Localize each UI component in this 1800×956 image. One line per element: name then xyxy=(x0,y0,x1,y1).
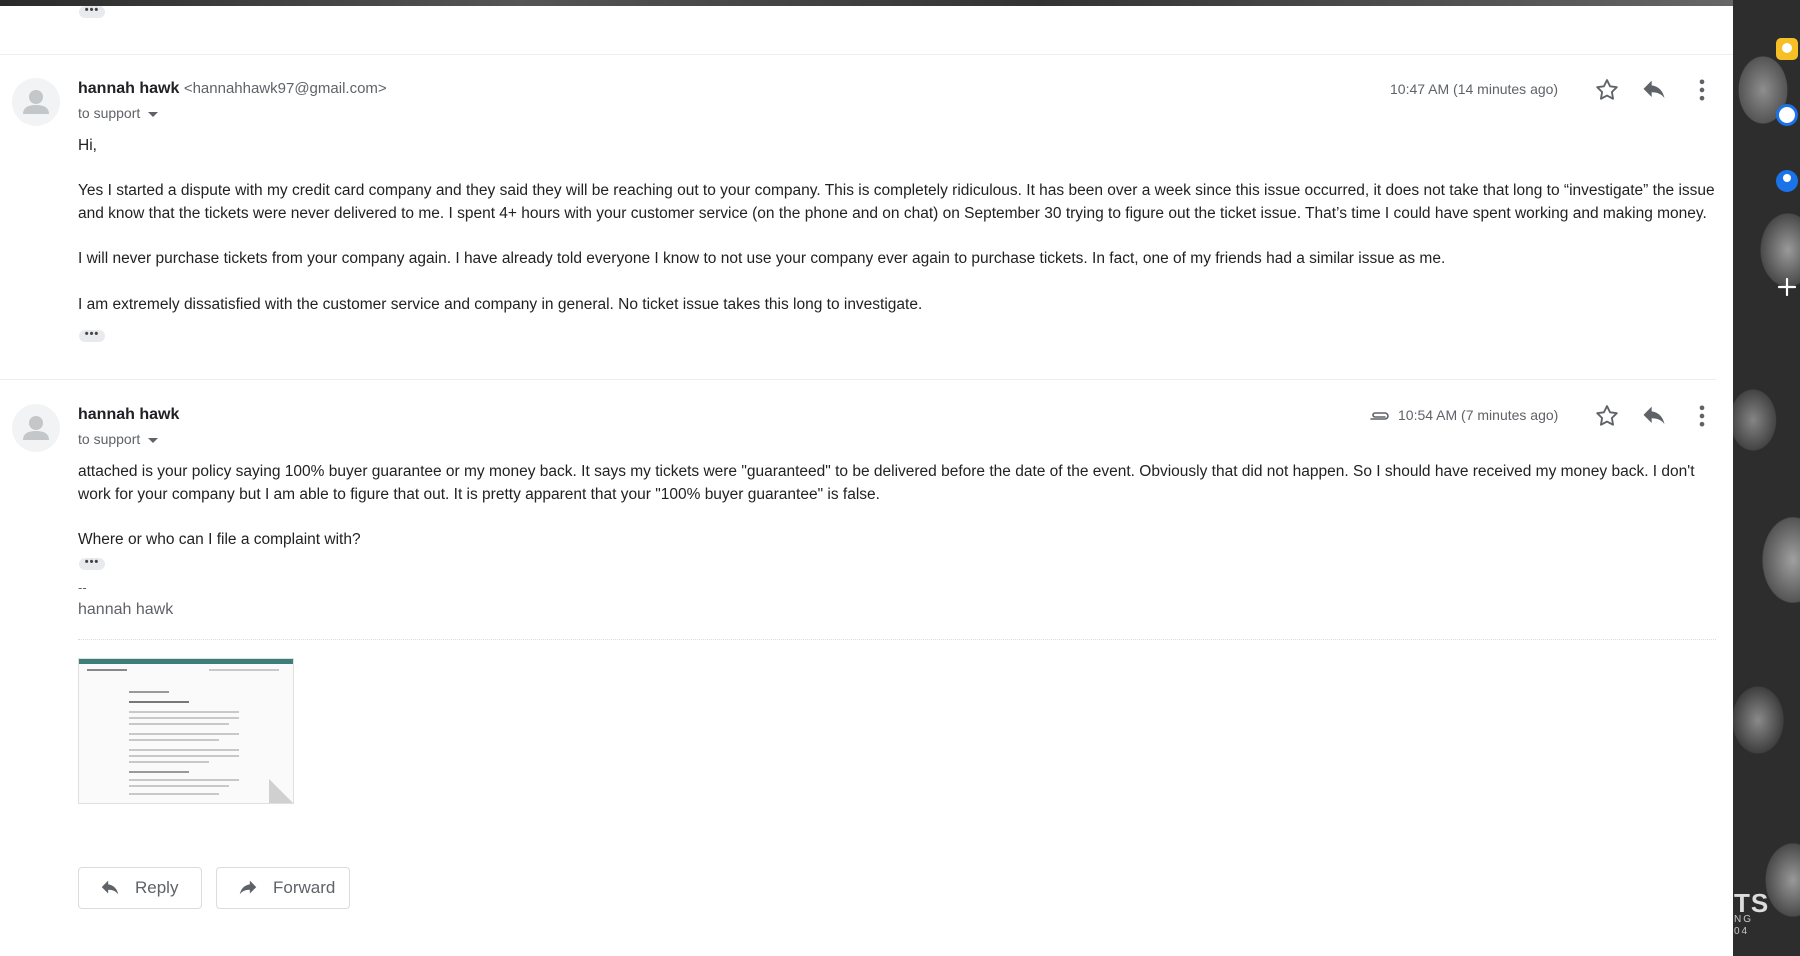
more-vert-icon[interactable] xyxy=(1688,402,1716,430)
keep-icon[interactable] xyxy=(1776,38,1798,60)
thumbnail-text xyxy=(129,723,229,725)
chevron-down-icon xyxy=(148,437,159,443)
body-paragraph: Where or who can I file a complaint with… xyxy=(78,531,361,549)
recipient-line: to support xyxy=(78,105,141,121)
more-vert-icon[interactable] xyxy=(1688,76,1716,104)
person-icon xyxy=(23,90,49,114)
message-divider xyxy=(0,54,1733,55)
sender-name-text: hannah hawk xyxy=(78,80,180,97)
thumbnail-nav xyxy=(209,669,279,671)
page-fold-corner xyxy=(269,779,293,803)
message-timestamp: 10:54 AM (7 minutes ago) xyxy=(1398,407,1559,423)
body-paragraph: I am extremely dissatisfied with the cus… xyxy=(78,295,923,313)
contacts-icon[interactable] xyxy=(1776,170,1798,192)
sender-name[interactable]: hannah hawk xyxy=(78,406,179,424)
paperclip-icon xyxy=(1370,412,1389,420)
thumbnail-subheading xyxy=(129,701,189,703)
body-paragraph: Yes I started a dispute with my credit c… xyxy=(78,182,1715,223)
body-paragraph: I will never purchase tickets from your … xyxy=(78,250,1446,268)
recipient-line: to support xyxy=(78,431,141,447)
chevron-down-icon xyxy=(148,111,159,117)
thumbnail-text xyxy=(129,733,239,735)
reply-button-label: Reply xyxy=(135,878,179,897)
attachment-separator xyxy=(78,639,1716,640)
thumbnail-header-bar xyxy=(79,659,293,664)
thumbnail-text xyxy=(129,711,239,713)
thumbnail-logo xyxy=(87,669,127,671)
person-icon xyxy=(23,416,49,440)
thumbnail-text xyxy=(129,739,219,741)
body-paragraph: Hi, xyxy=(78,137,97,154)
recipient-details-toggle[interactable]: to support xyxy=(78,105,159,121)
collapsed-quote-toggle[interactable]: ••• xyxy=(79,5,105,18)
message-body: Hi, Yes I started a dispute with my cred… xyxy=(78,135,1718,317)
background-strip xyxy=(1733,0,1800,956)
sender-name[interactable]: hannah hawk <hannahhawk97@gmail.com> xyxy=(78,80,387,98)
message-divider xyxy=(0,379,1716,380)
reply-icon[interactable] xyxy=(1640,402,1668,430)
reply-icon xyxy=(101,880,119,895)
recipient-details-toggle[interactable]: to support xyxy=(78,431,159,447)
reply-icon[interactable] xyxy=(1640,76,1668,104)
thumbnail-text xyxy=(129,717,239,719)
thumbnail-text xyxy=(129,755,239,757)
show-trimmed-content-button[interactable]: ••• xyxy=(79,557,105,570)
signature-separator: -- xyxy=(78,580,87,595)
star-icon[interactable] xyxy=(1593,402,1621,430)
forward-icon xyxy=(239,880,257,895)
thumbnail-text xyxy=(129,749,239,751)
thumbnail-text xyxy=(129,779,239,781)
sender-name-text: hannah hawk xyxy=(78,406,180,423)
reply-button[interactable]: Reply xyxy=(78,867,202,909)
add-icon[interactable] xyxy=(1776,276,1798,298)
keep-icon-bulb xyxy=(1782,43,1792,53)
sender-avatar[interactable] xyxy=(12,404,60,452)
show-trimmed-content-button[interactable]: ••• xyxy=(79,329,105,342)
sender-email: <hannahhawk97@gmail.com> xyxy=(183,80,387,97)
thumbnail-heading xyxy=(129,771,189,773)
forward-button-label: Forward xyxy=(273,878,336,897)
thumbnail-text xyxy=(129,793,219,795)
star-icon[interactable] xyxy=(1593,76,1621,104)
attachment-thumbnail[interactable] xyxy=(78,658,294,804)
sender-avatar[interactable] xyxy=(12,78,60,126)
tasks-icon[interactable] xyxy=(1776,104,1798,126)
thumbnail-text xyxy=(129,761,209,763)
thumbnail-heading xyxy=(129,691,169,693)
body-paragraph: attached is your policy saying 100% buye… xyxy=(78,463,1695,503)
signature-name: hannah hawk xyxy=(78,601,174,618)
watermark-subtext: NG xyxy=(1734,914,1753,925)
contacts-icon-head xyxy=(1783,174,1791,182)
message-timestamp: 10:47 AM (14 minutes ago) xyxy=(1390,81,1559,97)
message-body: attached is your policy saying 100% buye… xyxy=(78,461,1718,552)
thumbnail-text xyxy=(129,785,229,787)
forward-button[interactable]: Forward xyxy=(216,867,350,909)
watermark-subtext: 04 xyxy=(1734,926,1750,937)
